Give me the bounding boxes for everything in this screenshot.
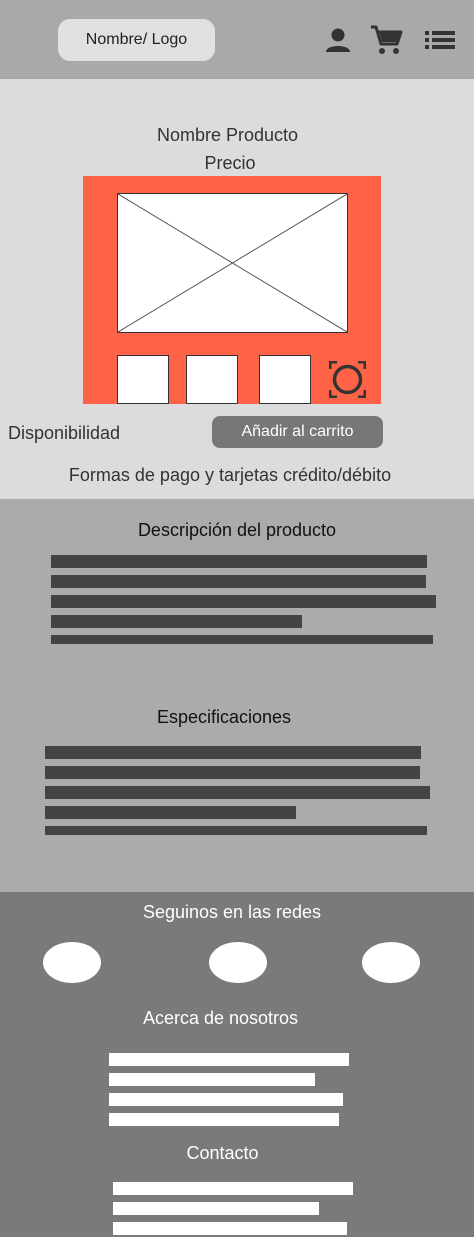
thumbnail-3[interactable]: [259, 355, 311, 404]
contact-title: Contacto: [186, 1143, 259, 1163]
description-text-line: [51, 615, 302, 628]
specs-text-line: [45, 766, 420, 779]
specs-text-line: [45, 786, 430, 799]
header: Nombre/ Logo: [0, 0, 474, 79]
about-text-line: [109, 1093, 343, 1106]
payment-methods[interactable]: Formas de pago y tarjetas crédito/débito: [0, 465, 460, 485]
contact-text-line: [113, 1182, 353, 1195]
main-image-placeholder[interactable]: [117, 193, 348, 333]
contact-text-line: [113, 1202, 319, 1215]
about-text-line: [109, 1113, 339, 1126]
specs-title: Especificaciones: [156, 707, 292, 727]
add-to-cart-button[interactable]: Añadir al carrito: [212, 416, 383, 448]
logo-button[interactable]: Nombre/ Logo: [58, 19, 215, 61]
menu-list-icon[interactable]: [425, 29, 455, 51]
about-text-line: [109, 1073, 315, 1086]
social-link-1[interactable]: [43, 942, 101, 983]
about-text-line: [109, 1053, 349, 1066]
description-title: Descripción del producto: [137, 520, 337, 540]
social-link-3[interactable]: [362, 942, 420, 983]
thumbnail-2[interactable]: [186, 355, 238, 404]
product-name: Nombre Producto: [156, 125, 299, 145]
description-text-line: [51, 595, 436, 608]
thumbnail-1[interactable]: [117, 355, 169, 404]
specs-text-line: [45, 826, 427, 835]
cart-icon[interactable]: [369, 23, 403, 57]
user-icon[interactable]: [324, 26, 352, 54]
about-title: Acerca de nosotros: [142, 1008, 299, 1028]
description-text-line: [51, 555, 427, 568]
description-text-line: [51, 575, 426, 588]
description-text-line: [51, 635, 433, 644]
specs-text-line: [45, 806, 296, 819]
product-gallery: [83, 176, 381, 404]
specs-text-line: [45, 746, 421, 759]
zoom-icon[interactable]: [328, 360, 367, 399]
availability-label: Disponibilidad: [8, 423, 121, 443]
contact-text-line: [113, 1222, 347, 1235]
social-title: Seguinos en las redes: [142, 902, 322, 922]
product-price: Precio: [204, 153, 256, 173]
social-link-2[interactable]: [209, 942, 267, 983]
